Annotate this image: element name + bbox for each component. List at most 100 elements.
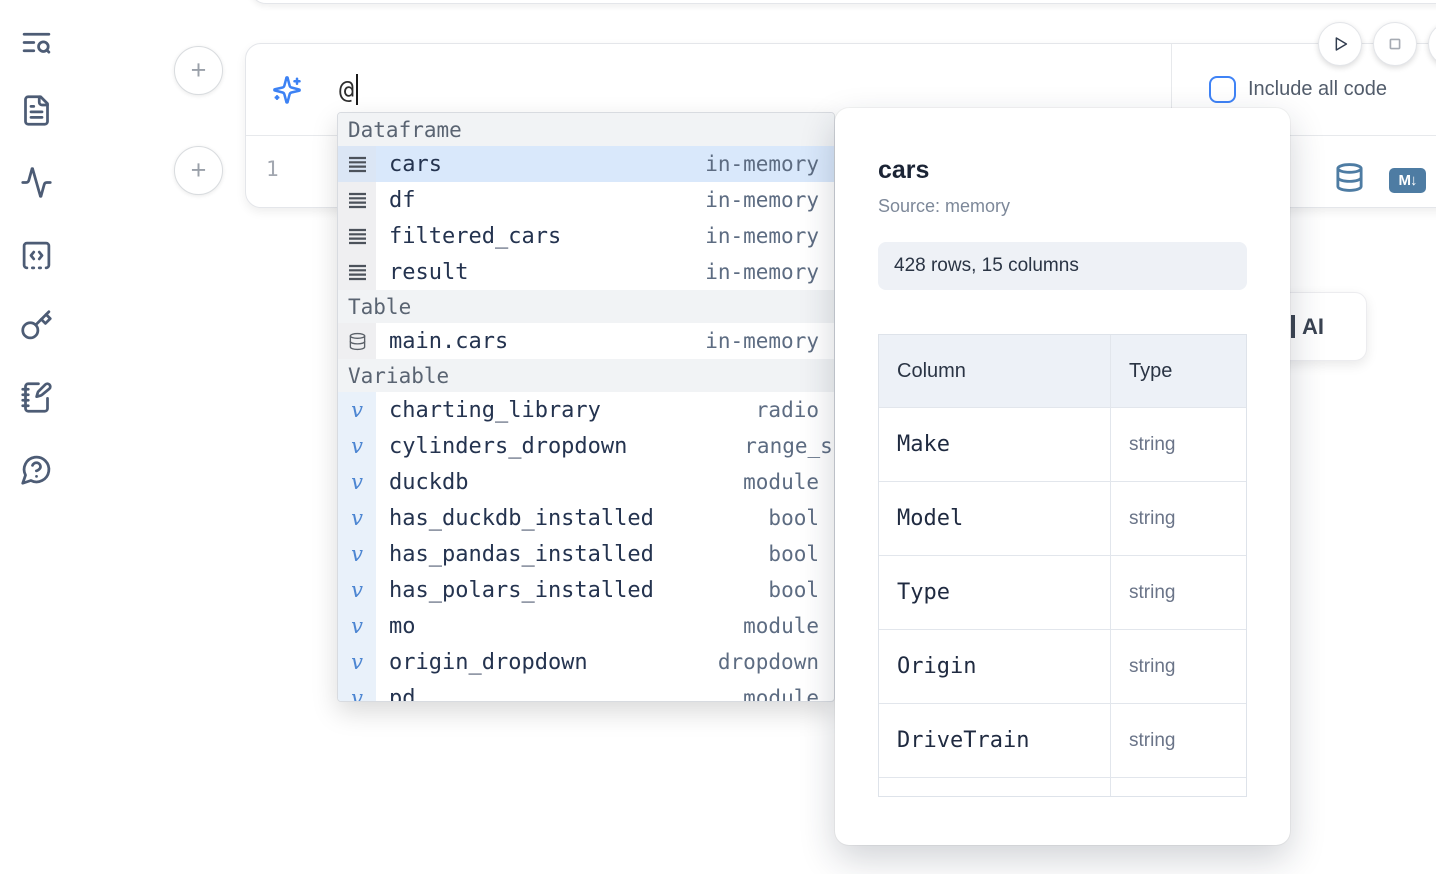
autocomplete-item-cylinders-dropdown[interactable]: v cylinders_dropdown range_slider (338, 428, 834, 464)
autocomplete-dropdown: Dataframe cars in-memory df in-memory fi… (337, 112, 835, 702)
column-type: string (1111, 508, 1175, 530)
snippets-code-icon[interactable] (18, 237, 54, 273)
item-name: cars (389, 152, 442, 177)
item-type: in-memory (705, 260, 819, 284)
column-name (879, 778, 1111, 796)
autocomplete-item-cars[interactable]: cars in-memory (338, 146, 834, 182)
item-name: has_polars_installed (389, 578, 654, 603)
ai-chip-label: AI (1302, 314, 1324, 340)
autocomplete-item-main-cars[interactable]: main.cars in-memory (338, 323, 834, 359)
item-type: in-memory (705, 224, 819, 248)
activity-icon[interactable] (18, 164, 54, 200)
autocomplete-item-has-duckdb-installed[interactable]: v has_duckdb_installed bool (338, 500, 834, 536)
variable-icon: v (338, 536, 376, 572)
item-name: origin_dropdown (389, 650, 588, 675)
autocomplete-item-df[interactable]: df in-memory (338, 182, 834, 218)
dataframe-rows-icon (338, 254, 376, 290)
autocomplete-item-filtered-cars[interactable]: filtered_cars in-memory (338, 218, 834, 254)
variable-icon: v (338, 608, 376, 644)
autocomplete-item-has-polars-installed[interactable]: v has_polars_installed bool (338, 572, 834, 608)
table-row: Origin string (879, 629, 1246, 703)
datasource-icon[interactable] (1334, 162, 1365, 198)
column-name: Type (879, 556, 1111, 629)
item-type: range_slider (744, 434, 835, 458)
dataframe-rows-icon (338, 146, 376, 182)
item-name: main.cars (389, 329, 508, 354)
column-type: string (1111, 730, 1175, 752)
cell-output-toolbar: M↓ (1334, 162, 1426, 198)
popover-source: Source: memory (878, 196, 1247, 217)
section-header-variable: Variable (338, 359, 834, 392)
item-name: has_pandas_installed (389, 542, 654, 567)
item-type: in-memory (705, 152, 819, 176)
column-name: Model (879, 482, 1111, 555)
item-name: result (389, 260, 468, 285)
clipped-letter (1291, 315, 1295, 338)
item-name: duckdb (389, 470, 468, 495)
column-type: string (1111, 434, 1175, 456)
include-all-code-checkbox[interactable] (1209, 76, 1236, 103)
column-name: DriveTrain (879, 704, 1111, 777)
variable-icon: v (338, 392, 376, 428)
dataframe-preview-popover: cars Source: memory 428 rows, 15 columns… (835, 108, 1290, 845)
add-cell-below-button[interactable]: + (174, 146, 223, 195)
column-header: Column (879, 335, 1111, 407)
table-row: Model string (879, 481, 1246, 555)
run-cell-button[interactable] (1318, 22, 1362, 66)
ai-sparkles-icon (272, 75, 302, 105)
item-name: pd (389, 686, 416, 703)
scratchpad-notebook-icon[interactable] (18, 379, 54, 415)
autocomplete-item-result[interactable]: result in-memory (338, 254, 834, 290)
item-type: module (743, 686, 819, 702)
column-name: Make (879, 408, 1111, 481)
item-type: bool (768, 506, 819, 530)
schema-table: Column Type Make string Model string Typ… (878, 334, 1247, 797)
item-type: dropdown (718, 650, 819, 674)
add-cell-above-button[interactable]: + (174, 46, 223, 95)
table-row-partial (879, 777, 1246, 796)
autocomplete-item-pd[interactable]: v pd module (338, 680, 834, 702)
schema-table-header: Column Type (879, 335, 1246, 407)
help-chat-icon[interactable] (18, 451, 54, 487)
autocomplete-item-mo[interactable]: v mo module (338, 608, 834, 644)
stop-cell-button[interactable] (1373, 22, 1417, 66)
item-name: cylinders_dropdown (389, 434, 627, 459)
item-type: module (743, 470, 819, 494)
autocomplete-item-duckdb[interactable]: v duckdb module (338, 464, 834, 500)
file-explorer-icon[interactable] (18, 92, 54, 128)
column-type: string (1111, 582, 1175, 604)
item-name: df (389, 188, 416, 213)
type-header: Type (1111, 360, 1172, 383)
item-type: radio (756, 398, 819, 422)
variable-icon: v (338, 644, 376, 680)
item-name: mo (389, 614, 416, 639)
ai-prompt-input[interactable]: @ (339, 75, 354, 104)
text-caret (356, 74, 358, 105)
variable-icon: v (338, 572, 376, 608)
dataframe-rows-icon (338, 182, 376, 218)
item-type: in-memory (705, 188, 819, 212)
item-name: charting_library (389, 398, 601, 423)
column-name: Origin (879, 630, 1111, 703)
item-type: bool (768, 578, 819, 602)
dataframe-rows-icon (338, 218, 376, 254)
item-name: filtered_cars (389, 224, 561, 249)
variable-icon: v (338, 464, 376, 500)
database-icon (338, 323, 376, 359)
include-all-code-label: Include all code (1248, 78, 1387, 101)
item-type: bool (768, 542, 819, 566)
key-secrets-icon[interactable] (18, 307, 54, 343)
autocomplete-item-has-pandas-installed[interactable]: v has_pandas_installed bool (338, 536, 834, 572)
section-header-dataframe: Dataframe (338, 113, 834, 146)
shape-badge: 428 rows, 15 columns (878, 242, 1247, 290)
item-type: module (743, 614, 819, 638)
autocomplete-item-charting-library[interactable]: v charting_library radio (338, 392, 834, 428)
table-row: Make string (879, 407, 1246, 481)
table-of-contents-search-icon[interactable] (18, 24, 54, 60)
table-row: Type string (879, 555, 1246, 629)
variable-icon: v (338, 428, 376, 464)
markdown-icon[interactable]: M↓ (1389, 168, 1426, 193)
variable-icon: v (338, 680, 376, 702)
autocomplete-item-origin-dropdown[interactable]: v origin_dropdown dropdown (338, 644, 834, 680)
item-name: has_duckdb_installed (389, 506, 654, 531)
